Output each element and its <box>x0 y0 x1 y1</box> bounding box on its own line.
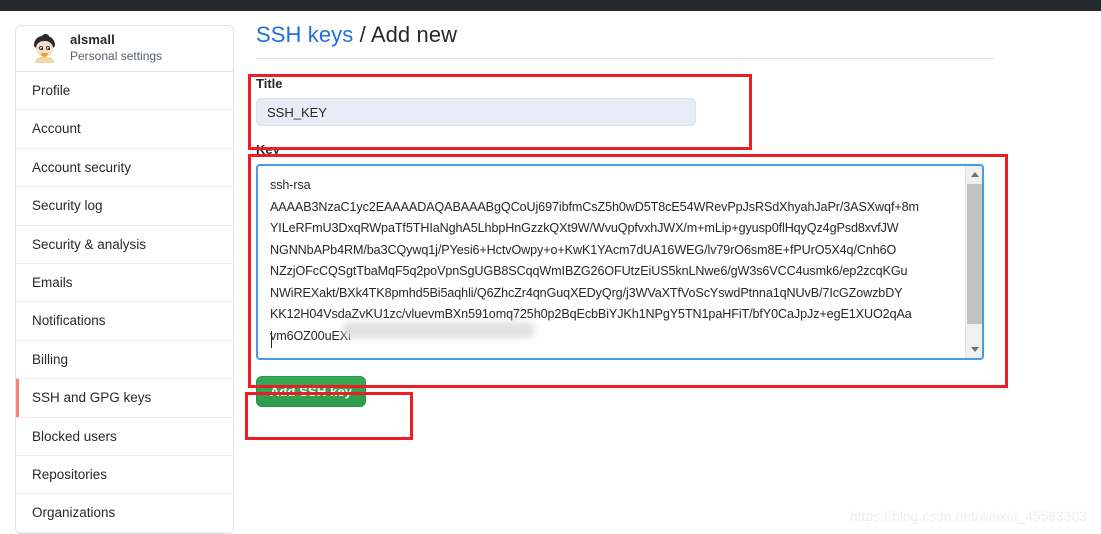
sidebar-item-repositories[interactable]: Repositories <box>16 455 233 495</box>
page-title: SSH keys / Add new <box>256 22 994 59</box>
title-field-label: Title <box>256 76 283 91</box>
sidebar-item-label: Profile <box>32 83 71 98</box>
sidebar-item-label: Emails <box>32 274 73 290</box>
sidebar-item-label: SSH and GPG keys <box>32 390 152 406</box>
sidebar-item-label: Security log <box>32 198 103 214</box>
sidebar-user-subtitle: Personal settings <box>70 49 163 64</box>
sidebar-item-label: Blocked users <box>32 428 117 444</box>
sidebar-item-ssh-and-gpg-keys[interactable]: SSH and GPG keys <box>16 379 233 418</box>
sidebar-item-label: Notifications <box>32 313 106 329</box>
sidebar-item-security-log[interactable]: Security log <box>16 187 233 226</box>
sidebar-item-label: Organizations <box>32 505 116 521</box>
main-content: SSH keys / Add new Title Key Add SS <box>256 22 996 407</box>
scroll-up-arrow-icon[interactable] <box>966 166 982 183</box>
sidebar-item-label: Security & analysis <box>32 236 147 252</box>
key-textarea[interactable] <box>258 166 964 358</box>
page-root: alsmall Personal settings Profile Accoun… <box>0 0 1101 534</box>
sidebar-item-notifications[interactable]: Notifications <box>16 302 233 341</box>
sidebar-item-organizations[interactable]: Organizations <box>16 494 233 533</box>
sidebar-item-label: Account <box>32 121 81 137</box>
watermark: https://blog.csdn.net/weixin_45583303 <box>849 509 1087 524</box>
avatar <box>30 33 59 63</box>
sidebar-item-profile[interactable]: Profile <box>16 72 233 111</box>
sidebar-item-label: Account security <box>32 159 132 175</box>
breadcrumb-separator: / <box>353 22 371 47</box>
sidebar-username: alsmall <box>70 31 115 47</box>
key-textarea-wrapper <box>256 164 984 360</box>
title-field-group: Title <box>256 76 996 126</box>
sidebar-item-account[interactable]: Account <box>16 110 233 149</box>
sidebar-user-header[interactable]: alsmall Personal settings <box>16 26 233 72</box>
key-field-group: Key <box>256 142 996 360</box>
settings-sidebar: alsmall Personal settings Profile Accoun… <box>15 25 234 534</box>
sidebar-item-label: Billing <box>32 351 69 367</box>
breadcrumb-ssh-keys-link[interactable]: SSH keys <box>256 22 353 47</box>
title-input[interactable] <box>256 98 696 126</box>
text-caret <box>271 331 272 348</box>
key-scrollbar[interactable] <box>965 166 982 358</box>
submit-row: Add SSH key <box>256 376 996 407</box>
add-ssh-key-button[interactable]: Add SSH key <box>256 376 367 407</box>
top-navbar <box>0 0 1101 11</box>
breadcrumb-current: Add new <box>370 22 458 47</box>
scrollbar-thumb[interactable] <box>967 184 982 324</box>
sidebar-item-account-security[interactable]: Account security <box>16 148 233 188</box>
sidebar-item-label: Repositories <box>32 466 108 482</box>
sidebar-item-billing[interactable]: Billing <box>16 340 233 380</box>
sidebar-item-blocked-users[interactable]: Blocked users <box>16 417 233 456</box>
sidebar-item-emails[interactable]: Emails <box>16 263 233 303</box>
key-field-label: Key <box>256 142 280 157</box>
scroll-down-arrow-icon[interactable] <box>966 341 982 358</box>
sidebar-item-security-and-analysis[interactable]: Security & analysis <box>16 225 233 264</box>
